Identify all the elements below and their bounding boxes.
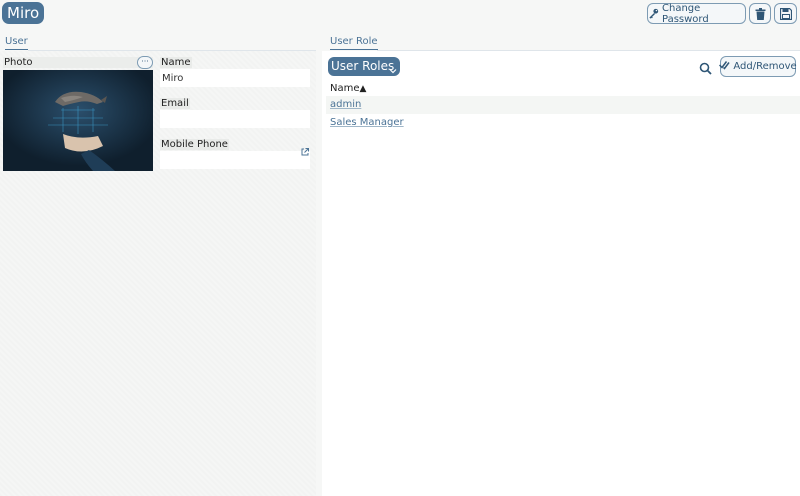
photo-label: Photo (3, 57, 153, 68)
name-value: Miro (162, 73, 184, 84)
chevron-down-icon (389, 62, 397, 81)
sort-ascending-icon: ▲ (359, 84, 367, 94)
mobile-phone-field[interactable] (160, 151, 310, 169)
name-label: Name (160, 57, 192, 68)
add-remove-button[interactable]: Add/Remove (719, 56, 797, 77)
user-photo[interactable] (3, 70, 153, 171)
floppy-disk-icon (779, 7, 792, 20)
column-header-label: Name (330, 83, 360, 94)
add-remove-label: Add/Remove (733, 61, 797, 72)
email-field[interactable] (160, 110, 310, 128)
change-password-label: Change Password (662, 2, 709, 25)
table-row[interactable]: admin (326, 96, 800, 114)
email-label: Email (160, 98, 190, 109)
mobile-phone-label: Mobile Phone (160, 139, 229, 150)
key-icon (648, 8, 659, 19)
user-roles-label: User Roles (331, 59, 395, 73)
tab-user-role[interactable]: User Role (330, 36, 378, 50)
trash-icon (755, 7, 766, 20)
table-row[interactable]: Sales Manager (326, 114, 800, 132)
role-link[interactable]: admin (330, 99, 361, 110)
record-title: Miro (2, 2, 45, 24)
column-header-name[interactable]: Name▲ (326, 82, 800, 96)
delete-button[interactable] (749, 3, 771, 24)
search-icon[interactable] (699, 60, 712, 79)
external-link-icon[interactable] (301, 141, 309, 160)
photo-menu-button[interactable]: ··· (137, 56, 153, 69)
change-password-button[interactable]: Change Password (647, 2, 746, 25)
save-button[interactable] (774, 3, 797, 24)
checks-icon (719, 60, 730, 73)
role-link[interactable]: Sales Manager (330, 117, 404, 128)
user-roles-dropdown[interactable]: User Roles (328, 57, 400, 76)
tab-user[interactable]: User (5, 36, 28, 50)
